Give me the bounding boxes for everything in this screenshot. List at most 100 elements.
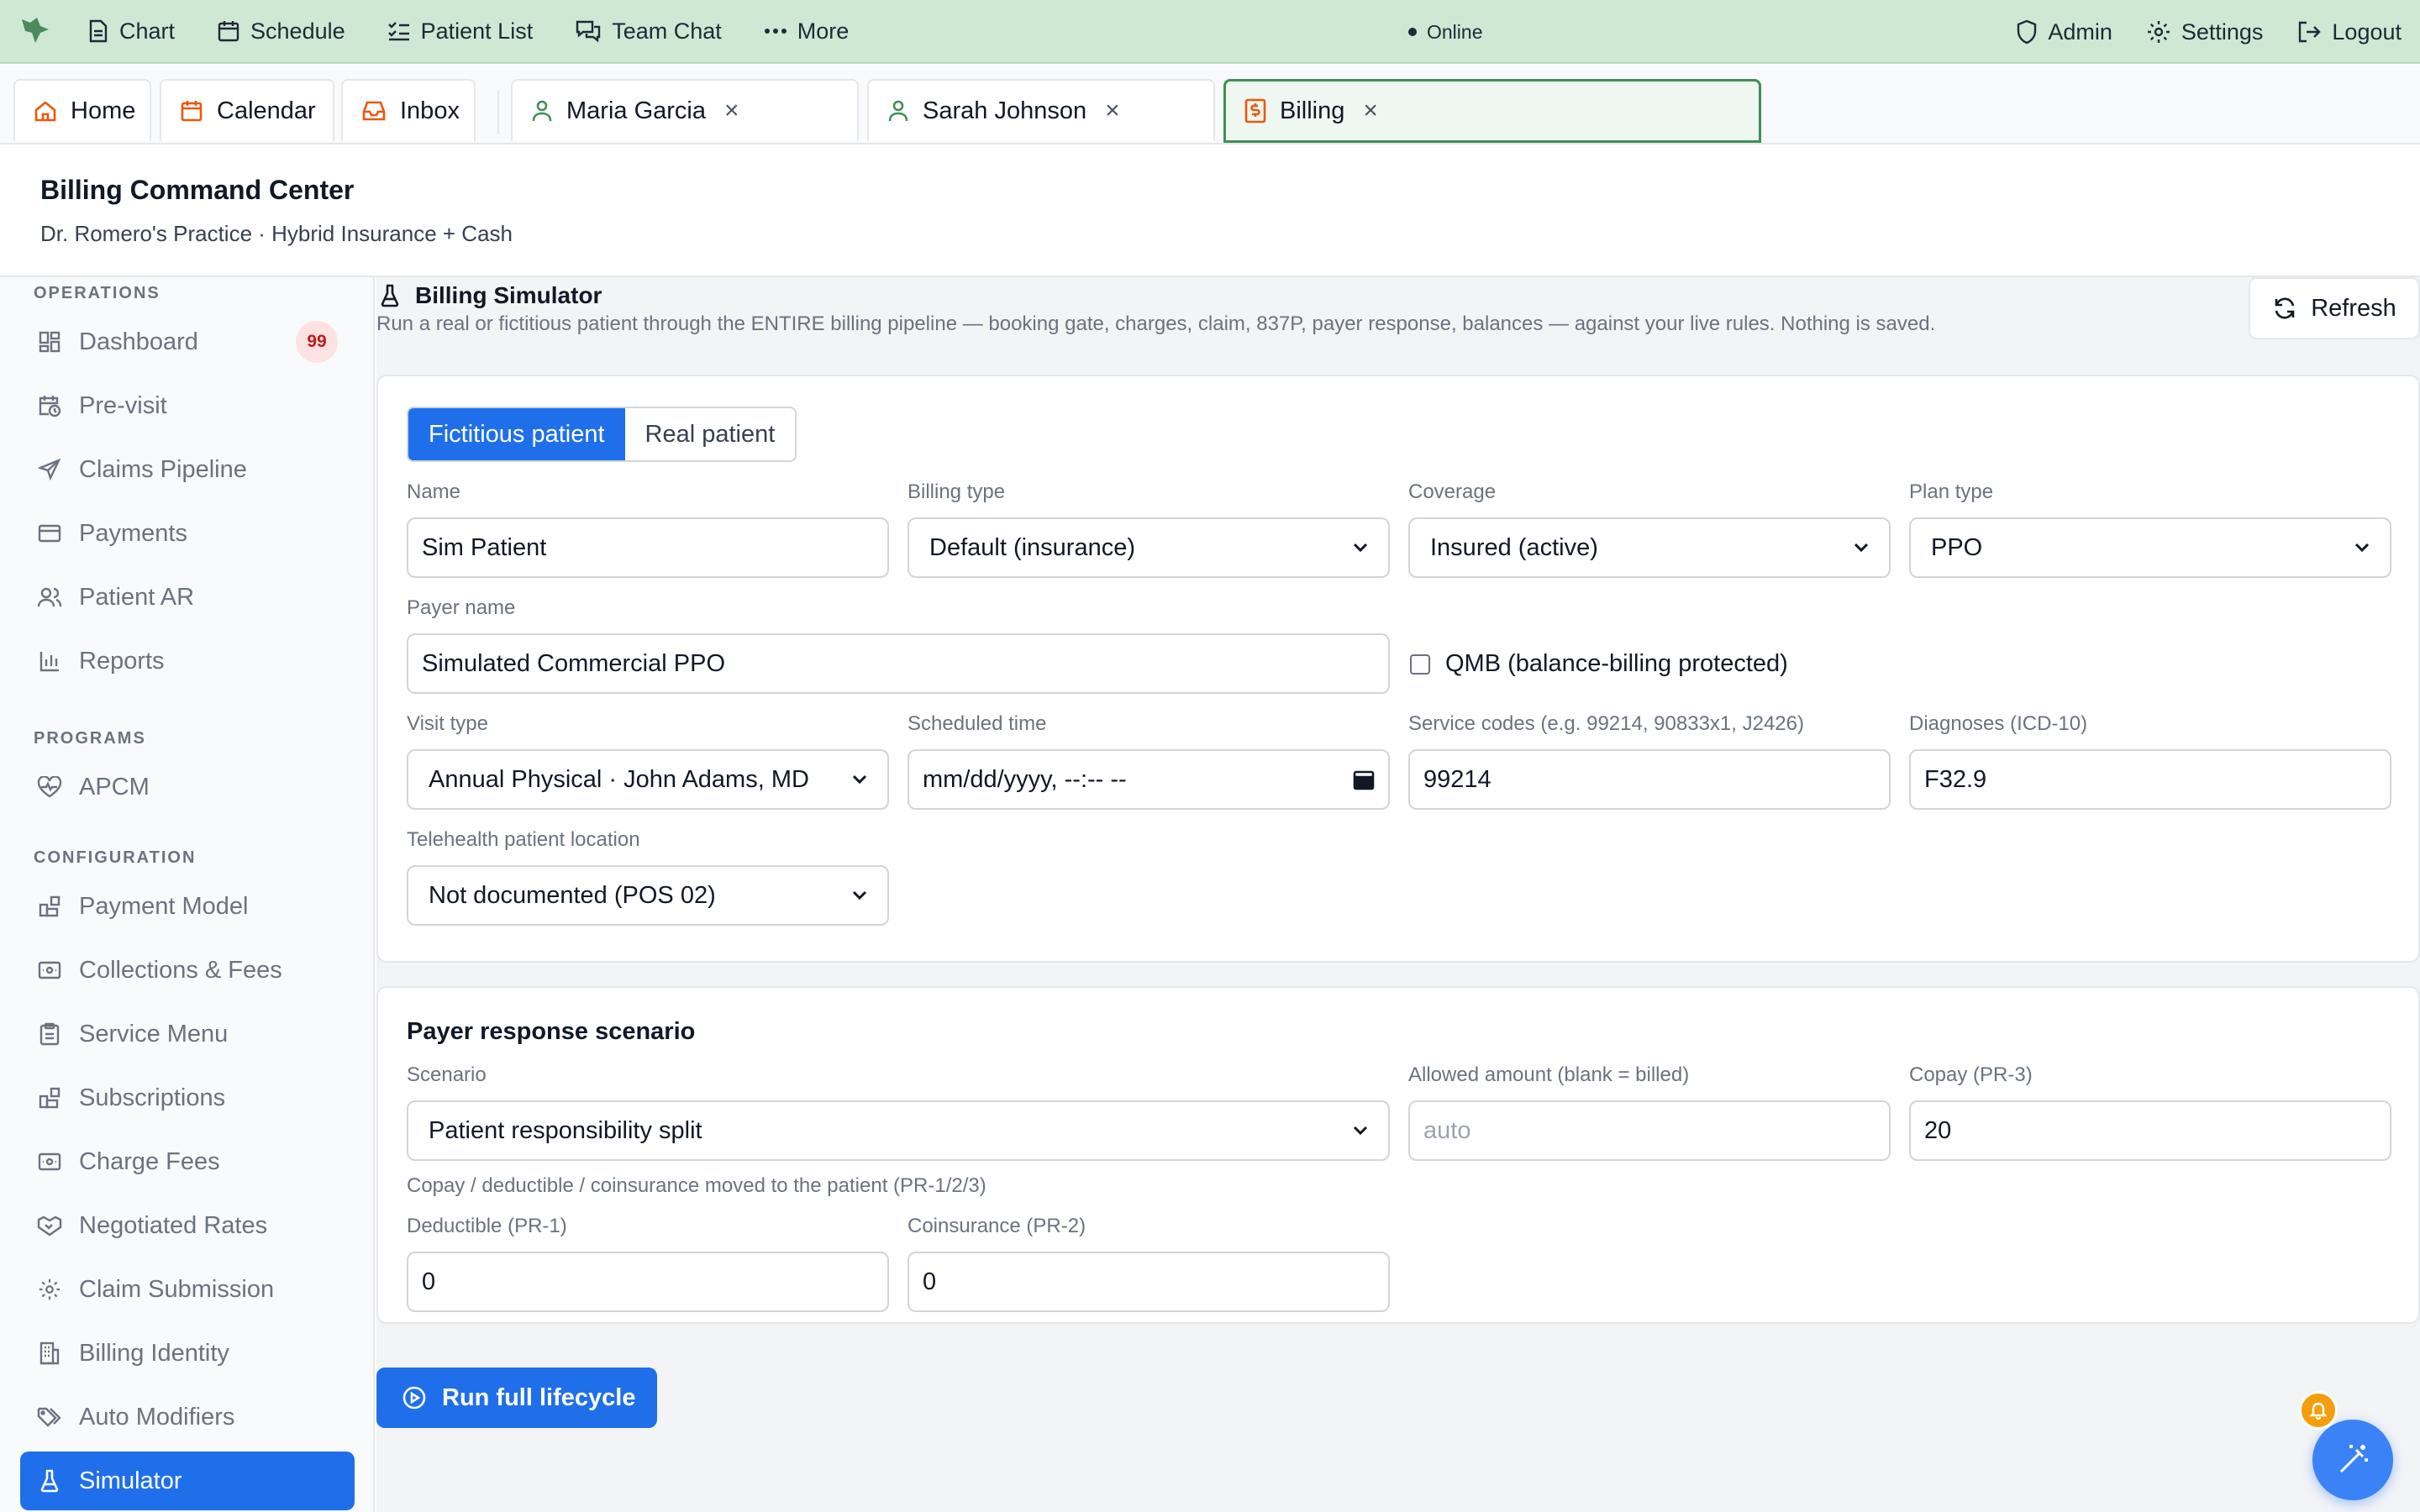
calendar-icon[interactable] — [1353, 769, 1375, 790]
toggle-fictitious-patient[interactable]: Fictitious patient — [408, 408, 625, 460]
page-subtitle: Dr. Romero's Practice · Hybrid Insurance… — [40, 221, 513, 246]
payer-name-input[interactable]: Simulated Commercial PPO — [407, 633, 1390, 694]
telehealth-location-select[interactable]: Not documented (POS 02) — [407, 865, 889, 926]
list-icon — [387, 20, 411, 42]
nav-admin[interactable]: Admin — [2016, 0, 2112, 64]
sidebar-item-patient-ar[interactable]: Patient AR — [20, 568, 355, 627]
sidebar-item-label: Subscriptions — [79, 1084, 226, 1111]
document-icon — [87, 19, 109, 43]
tab-patient-sarah-johnson[interactable]: Sarah Johnson × — [867, 79, 1215, 141]
qmb-label: QMB (balance-billing protected) — [1445, 650, 1788, 677]
payer-name-value: Simulated Commercial PPO — [422, 649, 725, 677]
refresh-icon — [2272, 296, 2297, 321]
sidebar-item-auto-modifiers[interactable]: Auto Modifiers — [20, 1388, 355, 1446]
close-icon[interactable]: × — [724, 97, 739, 125]
top-nav-right: Admin Settings Logout — [1982, 0, 2402, 64]
scenario-select[interactable]: Patient responsibility split — [407, 1100, 1390, 1161]
nav-settings[interactable]: Settings — [2146, 0, 2263, 64]
calendar-icon — [217, 19, 240, 43]
nav-patient-list-label: Patient List — [420, 18, 534, 44]
sidebar-item-negotiated-rates[interactable]: Negotiated Rates — [20, 1196, 355, 1255]
sidebar-item-apcm[interactable]: APCM — [20, 758, 355, 816]
allowed-amount-placeholder: auto — [1423, 1116, 1471, 1144]
sidebar-item-claim-submission[interactable]: Claim Submission — [20, 1260, 355, 1319]
top-nav-bar: Chart Schedule Patient List Team Chat Mo… — [0, 0, 2420, 64]
sidebar-item-collections-fees[interactable]: Collections & Fees — [20, 941, 355, 1000]
tab-billing[interactable]: Billing × — [1223, 79, 1761, 143]
nav-team-chat[interactable]: Team Chat — [575, 0, 722, 63]
sidebar-item-label: Auto Modifiers — [79, 1403, 235, 1431]
sidebar-section-configuration: CONFIGURATION — [34, 848, 197, 867]
tab-inbox[interactable]: Inbox — [341, 79, 476, 141]
sidebar-item-payment-model[interactable]: Payment Model — [20, 877, 355, 936]
sidebar-item-service-menu[interactable]: Service Menu — [20, 1005, 355, 1063]
close-icon[interactable]: × — [1363, 97, 1378, 125]
tab-calendar[interactable]: Calendar — [160, 79, 334, 141]
name-input[interactable]: Sim Patient — [407, 517, 889, 578]
close-icon[interactable]: × — [1105, 97, 1120, 125]
billing-sidebar: OPERATIONS Dashboard 99 Pre-visit Claims… — [0, 277, 375, 1512]
notification-bell-icon[interactable] — [2299, 1391, 2338, 1430]
tab-patient-label: Maria Garcia — [566, 97, 706, 124]
plan-type-select[interactable]: PPO — [1909, 517, 2391, 578]
nav-admin-label: Admin — [2048, 18, 2112, 45]
copay-input[interactable]: 20 — [1909, 1100, 2391, 1161]
service-codes-input[interactable]: 99214 — [1408, 749, 1891, 810]
service-codes-label: Service codes (e.g. 99214, 90833x1, J242… — [1408, 712, 1804, 735]
diagnoses-input[interactable]: F32.9 — [1909, 749, 2391, 810]
shield-icon — [2016, 19, 2038, 45]
ai-assistant-button[interactable] — [2312, 1420, 2393, 1500]
nav-logout[interactable]: Logout — [2296, 0, 2402, 64]
qmb-checkbox-box[interactable] — [1410, 654, 1430, 675]
nav-patient-list[interactable]: Patient List — [387, 0, 534, 63]
sidebar-item-payments[interactable]: Payments — [20, 504, 355, 563]
users-icon — [37, 586, 62, 608]
run-full-lifecycle-button[interactable]: Run full lifecycle — [376, 1368, 657, 1428]
bar-chart-icon — [37, 650, 62, 672]
simulator-description: Run a real or fictitious patient through… — [376, 312, 1936, 335]
sidebar-item-previsit[interactable]: Pre-visit — [20, 376, 355, 435]
sidebar-item-label: Negotiated Rates — [79, 1211, 268, 1239]
deductible-input[interactable]: 0 — [407, 1252, 889, 1312]
banknote-icon — [37, 1152, 62, 1171]
coinsurance-input[interactable]: 0 — [908, 1252, 1390, 1312]
sidebar-item-subscriptions[interactable]: Subscriptions — [20, 1068, 355, 1127]
patient-mode-toggle: Fictitious patient Real patient — [407, 407, 797, 462]
sidebar-item-label: Claims Pipeline — [79, 455, 247, 483]
chevron-down-icon — [1353, 1126, 1368, 1136]
sidebar-item-charge-fees[interactable]: Charge Fees — [20, 1132, 355, 1191]
blocks-icon — [37, 895, 62, 917]
visit-type-select[interactable]: Annual Physical · John Adams, MD — [407, 749, 889, 810]
nav-more[interactable]: More — [764, 0, 849, 63]
refresh-button[interactable]: Refresh — [2249, 277, 2420, 339]
refresh-label: Refresh — [2311, 294, 2396, 322]
toggle-real-patient[interactable]: Real patient — [625, 408, 796, 460]
coverage-label: Coverage — [1408, 480, 1497, 503]
sidebar-item-label: Patient AR — [79, 583, 195, 611]
scheduled-time-input[interactable]: mm/dd/yyyy, --:-- -- — [908, 749, 1390, 810]
billing-type-value: Default (insurance) — [929, 533, 1135, 561]
qmb-checkbox[interactable]: QMB (balance-billing protected) — [1410, 650, 1788, 678]
sidebar-item-reports[interactable]: Reports — [20, 632, 355, 690]
allowed-amount-input[interactable]: auto — [1408, 1100, 1891, 1161]
sidebar-item-label: Dashboard — [79, 328, 198, 355]
tab-patient-maria-garcia[interactable]: Maria Garcia × — [511, 79, 859, 141]
coverage-select[interactable]: Insured (active) — [1408, 517, 1891, 578]
sidebar-item-simulator[interactable]: Simulator — [20, 1452, 355, 1510]
sidebar-item-label: APCM — [79, 773, 150, 801]
sidebar-item-claims-pipeline[interactable]: Claims Pipeline — [20, 440, 355, 499]
sidebar-item-dashboard[interactable]: Dashboard 99 — [20, 312, 355, 371]
nav-schedule[interactable]: Schedule — [217, 0, 345, 63]
app-logo-icon[interactable] — [17, 13, 54, 50]
chevron-down-icon — [852, 774, 867, 785]
nav-schedule-label: Schedule — [250, 18, 345, 44]
sidebar-section-programs: PROGRAMS — [34, 729, 146, 748]
sidebar-item-label: Simulator — [79, 1467, 182, 1494]
scheduled-time-label: Scheduled time — [908, 712, 1047, 735]
billing-type-select[interactable]: Default (insurance) — [908, 517, 1390, 578]
sidebar-item-billing-identity[interactable]: Billing Identity — [20, 1324, 355, 1383]
scenario-hint: Copay / deductible / coinsurance moved t… — [407, 1174, 986, 1197]
tab-home[interactable]: Home — [13, 79, 151, 141]
nav-chart[interactable]: Chart — [87, 0, 175, 63]
scheduled-time-value: mm/dd/yyyy, --:-- -- — [923, 765, 1127, 793]
